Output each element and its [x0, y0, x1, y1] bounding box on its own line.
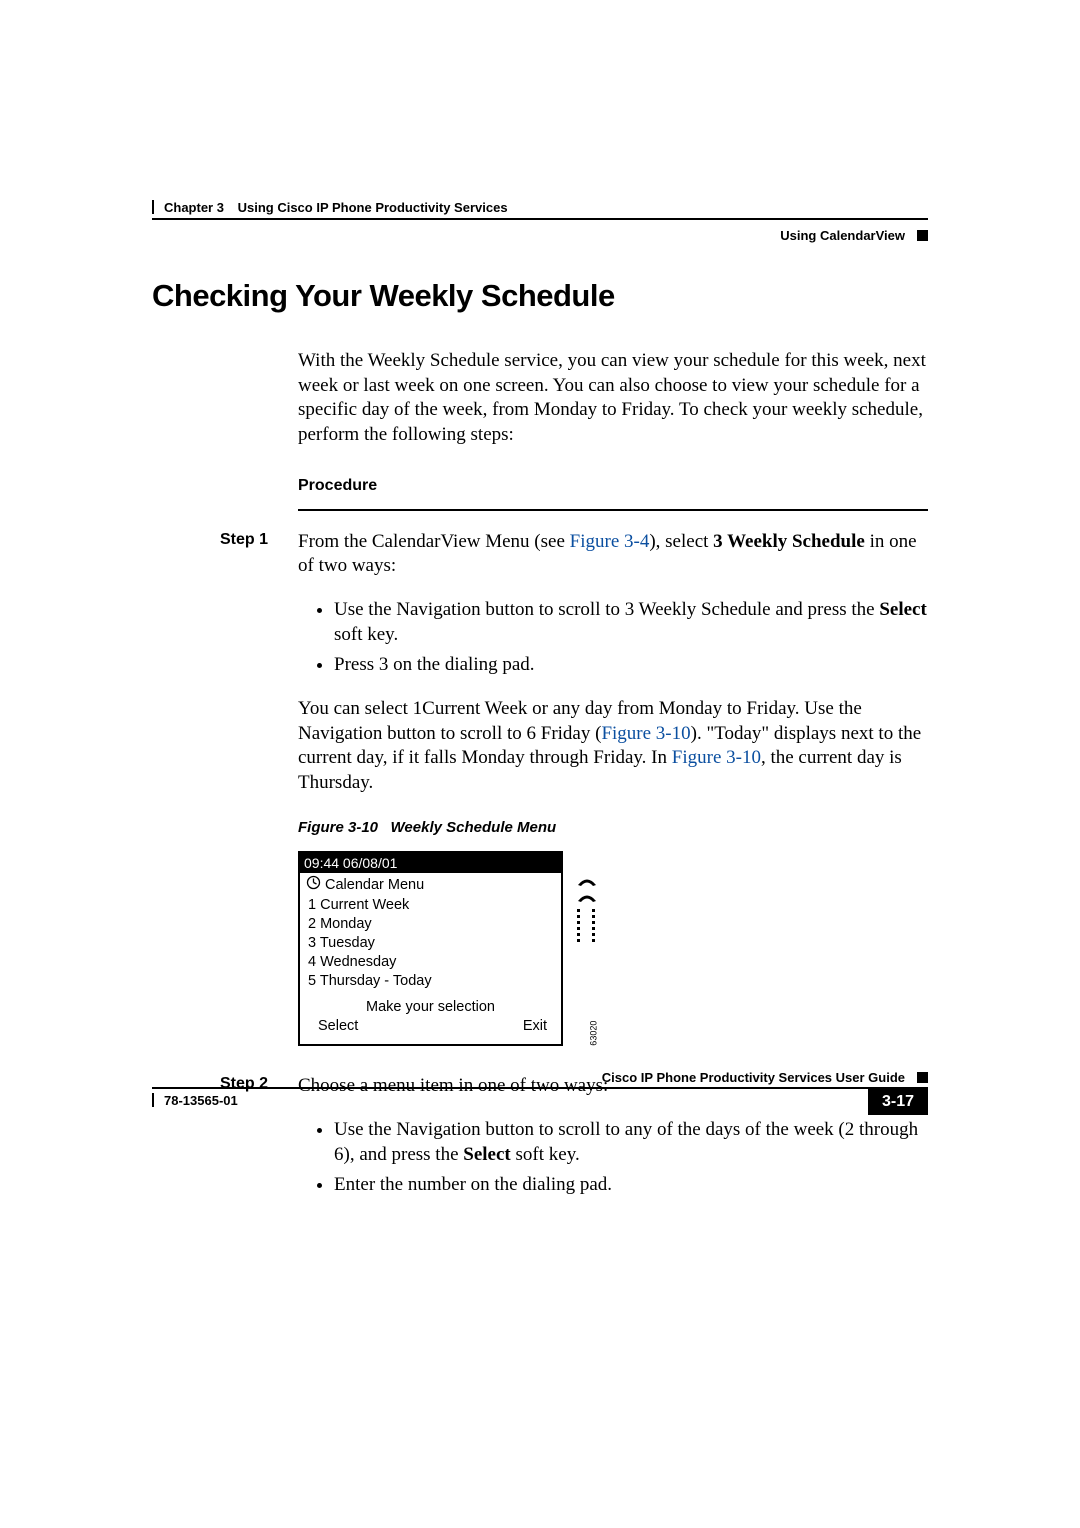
intro-paragraph: With the Weekly Schedule service, you ca…	[298, 349, 928, 448]
book-title: Cisco IP Phone Productivity Services Use…	[602, 1070, 905, 1085]
handset-icon	[577, 893, 597, 903]
list-item: 4 Wednesday	[306, 953, 555, 972]
footer-square-marker	[917, 1072, 928, 1083]
list-item: 1 Current Week	[306, 896, 555, 915]
step-1-bullets: Use the Navigation button to scroll to 3…	[298, 598, 928, 678]
figure-3-10-link[interactable]: Figure 3-10	[601, 723, 690, 744]
phone-softkeys: Select Exit	[306, 1017, 555, 1038]
step-1-paragraph-1: From the CalendarView Menu (see Figure 3…	[298, 530, 928, 579]
figure-3-10-link[interactable]: Figure 3-10	[672, 747, 761, 768]
figure-caption: Figure 3-10 Weekly Schedule Menu	[298, 818, 928, 838]
page: Chapter 3 Using Cisco IP Phone Productiv…	[0, 0, 1080, 1528]
phone-screen: 09:44 06/08/01 Calendar Menu 1 Current W…	[298, 851, 563, 1046]
list-item: Enter the number on the dialing pad.	[334, 1173, 928, 1198]
page-number: 3-17	[868, 1089, 928, 1115]
phone-side-icons	[574, 877, 600, 942]
section-breadcrumb: Using CalendarView	[780, 228, 905, 243]
weekly-schedule-bold: 3 Weekly Schedule	[713, 531, 865, 552]
phone-figure: 09:44 06/08/01 Calendar Menu 1 Current W…	[298, 851, 608, 1046]
header-tick	[152, 200, 154, 214]
section-heading: Checking Your Weekly Schedule	[152, 278, 615, 314]
page-footer: Cisco IP Phone Productivity Services Use…	[152, 1070, 928, 1130]
step-1-label: Step 1	[220, 530, 268, 551]
softkey-select: Select	[318, 1017, 358, 1036]
phone-prompt: Make your selection	[306, 996, 555, 1017]
doc-number: 78-13565-01	[152, 1093, 238, 1108]
running-header: Chapter 3 Using Cisco IP Phone Productiv…	[152, 200, 928, 243]
clock-icon	[306, 875, 321, 896]
phone-menu-title: Calendar Menu	[306, 875, 555, 896]
step-1-paragraph-2: You can select 1Current Week or any day …	[298, 697, 928, 796]
chapter-number: Chapter 3	[164, 200, 224, 215]
handset-icon	[577, 877, 597, 887]
phone-menu-list: 1 Current Week 2 Monday 3 Tuesday 4 Wedn…	[306, 896, 555, 990]
step-1: Step 1 From the CalendarView Menu (see F…	[298, 530, 928, 1047]
phone-timebar: 09:44 06/08/01	[300, 853, 561, 873]
line-dots-icon	[577, 909, 597, 942]
list-item: 3 Tuesday	[306, 934, 555, 953]
procedure-heading: Procedure	[298, 476, 928, 497]
softkey-exit: Exit	[523, 1017, 547, 1036]
figure-side-number: 63020	[588, 1021, 600, 1046]
figure-3-4-link[interactable]: Figure 3-4	[570, 531, 650, 552]
chapter-label: Chapter 3 Using Cisco IP Phone Productiv…	[164, 200, 508, 215]
list-item: Use the Navigation button to scroll to 3…	[334, 598, 928, 647]
footer-tick	[152, 1093, 154, 1107]
list-item: 5 Thursday - Today	[306, 972, 555, 991]
procedure-divider	[298, 509, 928, 511]
list-item: 2 Monday	[306, 915, 555, 934]
header-square-marker	[917, 230, 928, 241]
list-item: Press 3 on the dialing pad.	[334, 653, 928, 678]
chapter-title: Using Cisco IP Phone Productivity Servic…	[238, 200, 508, 215]
